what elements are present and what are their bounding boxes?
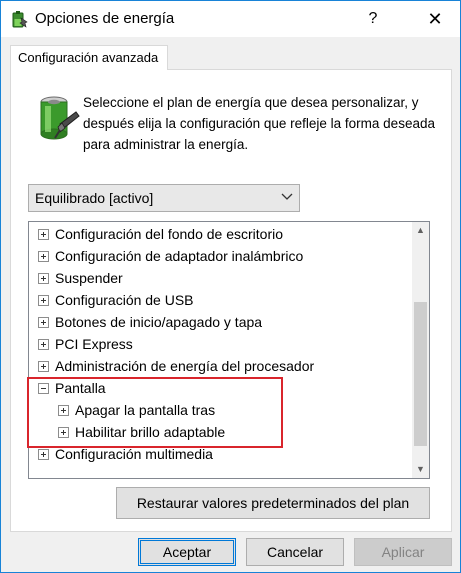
tree-item-label: Pantalla	[55, 380, 106, 396]
tab-advanced-settings[interactable]: Configuración avanzada	[10, 45, 168, 70]
expand-icon[interactable]	[38, 360, 49, 372]
expand-icon[interactable]	[38, 338, 49, 350]
settings-tree[interactable]: Configuración del fondo de escritorio Co…	[28, 221, 430, 479]
expand-icon[interactable]	[58, 404, 69, 416]
tree-item-sleep[interactable]: Suspender	[38, 267, 123, 289]
plan-description: Seleccione el plan de energía que desea …	[83, 95, 435, 152]
power-plan-select[interactable]: Equilibrado [activo]	[28, 184, 300, 212]
tree-item-multimedia[interactable]: Configuración multimedia	[38, 443, 213, 465]
expand-icon[interactable]	[58, 426, 69, 438]
window-title: Opciones de energía	[35, 10, 175, 27]
tree-item-label: Botones de inicio/apagado y tapa	[55, 314, 263, 330]
close-button[interactable]: ✕	[413, 3, 457, 35]
tree-item-label: Configuración de adaptador inalámbrico	[55, 248, 304, 264]
tree-item-desktop-background[interactable]: Configuración del fondo de escritorio	[38, 223, 283, 245]
collapse-icon[interactable]	[38, 382, 49, 394]
scrollbar-thumb[interactable]	[414, 302, 427, 446]
chevron-down-icon	[281, 193, 293, 200]
tree-item-label: Administración de energía del procesador	[55, 358, 315, 374]
expand-icon[interactable]	[38, 316, 49, 328]
power-options-icon	[12, 11, 28, 28]
tree-item-usb[interactable]: Configuración de USB	[38, 289, 194, 311]
ok-button[interactable]: Aceptar	[138, 538, 236, 566]
tree-item-label: Configuración de USB	[55, 292, 194, 308]
power-options-window: Opciones de energía ? ✕ Configuración av…	[0, 0, 461, 573]
expand-icon[interactable]	[38, 250, 49, 262]
expand-icon[interactable]	[38, 294, 49, 306]
tree-item-processor[interactable]: Administración de energía del procesador	[38, 355, 314, 377]
tree-item-pci-express[interactable]: PCI Express	[38, 333, 133, 355]
tree-item-label: Configuración multimedia	[55, 446, 213, 462]
tree-scrollbar[interactable]: ▲ ▼	[412, 222, 429, 478]
expand-icon[interactable]	[38, 448, 49, 460]
tree-item-label: Habilitar brillo adaptable	[75, 424, 226, 440]
tree-item-wireless-adapter[interactable]: Configuración de adaptador inalámbrico	[38, 245, 303, 267]
tree-item-display[interactable]: Pantalla	[38, 377, 106, 399]
tree-item-power-buttons[interactable]: Botones de inicio/apagado y tapa	[38, 311, 262, 333]
scroll-up-icon[interactable]: ▲	[412, 222, 429, 239]
tree-item-label: PCI Express	[55, 336, 133, 352]
tree-item-adaptive-brightness[interactable]: Habilitar brillo adaptable	[58, 421, 225, 443]
ok-button-label: Aceptar	[162, 544, 212, 560]
expand-icon[interactable]	[38, 228, 49, 240]
apply-button[interactable]: Aplicar	[354, 538, 452, 566]
cancel-button[interactable]: Cancelar	[246, 538, 344, 566]
restore-defaults-button[interactable]: Restaurar valores predeterminados del pl…	[116, 487, 430, 519]
scroll-down-icon[interactable]: ▼	[412, 461, 429, 478]
advanced-settings-panel: Seleccione el plan de energía que desea …	[10, 69, 452, 532]
power-plan-select-value: Equilibrado [activo]	[35, 190, 154, 206]
expand-icon[interactable]	[38, 272, 49, 284]
tree-item-label: Suspender	[55, 270, 123, 286]
tree-item-turn-off-display[interactable]: Apagar la pantalla tras	[58, 399, 215, 421]
title-bar: Opciones de energía ? ✕	[1, 1, 460, 37]
tree-item-label: Configuración del fondo de escritorio	[55, 226, 284, 242]
tree-item-label: Apagar la pantalla tras	[75, 402, 216, 418]
battery-plan-icon	[40, 96, 80, 140]
help-button[interactable]: ?	[353, 3, 393, 35]
